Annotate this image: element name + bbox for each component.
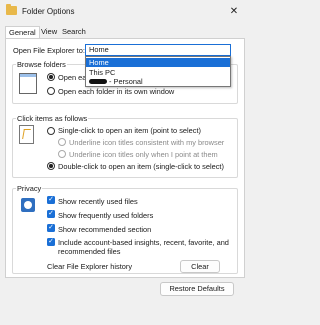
open-explorer-select[interactable]: Home (85, 44, 231, 56)
underline-consistent-label: Underline icon titles consistent with my… (69, 138, 225, 147)
open-explorer-label: Open File Explorer to: (13, 46, 85, 55)
include-insights-label-line1: Include account-based insights, recent, … (58, 238, 229, 247)
show-recent-checkbox[interactable]: ✓ (47, 196, 55, 204)
include-insights-checkbox[interactable]: ✓ (47, 238, 55, 246)
single-click-radio[interactable] (47, 127, 55, 135)
clear-history-button[interactable]: Clear (180, 260, 220, 273)
show-frequent-checkbox[interactable]: ✓ (47, 210, 55, 218)
show-recent-label: Show recently used files (58, 197, 138, 206)
privacy-icon (19, 196, 37, 218)
open-explorer-dropdown: Home This PC - Personal (85, 56, 231, 87)
double-click-label: Double-click to open an item (single-cli… (58, 162, 224, 171)
restore-defaults-button[interactable]: Restore Defaults (160, 282, 234, 296)
window-title: Folder Options (22, 7, 75, 16)
browse-folders-title: Browse folders (16, 60, 67, 69)
clear-history-button-label: Clear (191, 262, 209, 271)
close-button[interactable]: ✕ (225, 4, 243, 19)
dropdown-option-home[interactable]: Home (86, 58, 230, 67)
title-bar: Folder Options ✕ (0, 0, 250, 24)
underline-consistent-radio[interactable] (58, 138, 66, 146)
double-click-radio[interactable] (47, 162, 55, 170)
clear-history-label: Clear File Explorer history (47, 262, 133, 271)
open-explorer-value: Home (89, 45, 109, 54)
show-recommended-checkbox[interactable]: ✓ (47, 224, 55, 232)
privacy-title: Privacy (16, 184, 43, 193)
show-frequent-label: Show frequently used folders (58, 211, 154, 220)
underline-point-label: Underline icon titles only when I point … (69, 150, 218, 159)
restore-defaults-label: Restore Defaults (169, 284, 225, 293)
dropdown-option-this-pc[interactable]: This PC (86, 68, 230, 77)
folder-icon (6, 4, 17, 15)
include-insights-label-line2: recommended files (58, 247, 121, 256)
tab-search[interactable]: Search (59, 26, 89, 38)
single-click-label: Single-click to open an item (point to s… (58, 126, 201, 135)
open-same-window-label: Open ea (58, 73, 87, 82)
pointer-icon (19, 125, 34, 144)
redacted-name-mark (89, 79, 107, 84)
open-own-window-radio[interactable] (47, 87, 55, 95)
dropdown-option-personal[interactable]: - Personal (86, 77, 230, 86)
click-items-title: Click items as follows (16, 114, 89, 123)
open-own-window-label: Open each folder in its own window (58, 87, 175, 96)
show-recommended-label: Show recommended section (58, 225, 152, 234)
tab-view[interactable]: View (38, 26, 60, 38)
underline-point-radio[interactable] (58, 150, 66, 158)
open-same-window-radio[interactable] (47, 73, 55, 81)
dropdown-option-personal-label: - Personal (109, 77, 143, 86)
browse-folders-icon (19, 73, 37, 94)
